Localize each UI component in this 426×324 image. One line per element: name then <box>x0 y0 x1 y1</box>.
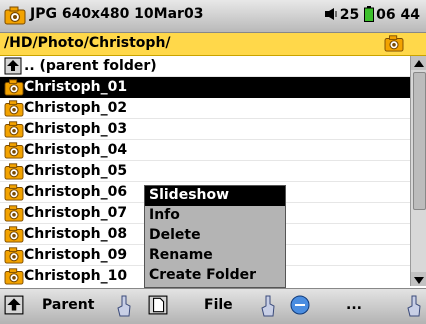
parent-button-label: Parent <box>42 297 95 313</box>
menu-item-slideshow[interactable]: Slideshow <box>145 186 285 206</box>
pointer-hand-icon <box>406 294 422 322</box>
menu-item-label: Slideshow <box>149 187 230 203</box>
list-item-label: Christoph_05 <box>24 163 128 179</box>
menu-button-label: ... <box>346 297 362 313</box>
list-item[interactable]: Christoph_05 <box>0 161 410 182</box>
parent-folder-icon <box>4 295 24 319</box>
list-item-label: Christoph_07 <box>24 205 128 221</box>
list-item-label: Christoph_02 <box>24 100 128 116</box>
menu-item-label: Delete <box>149 227 201 243</box>
path-bar: /HD/Photo/Christoph/ <box>0 33 426 56</box>
photo-folder-icon <box>4 267 24 289</box>
photo-folder-icon <box>4 246 24 268</box>
parent-folder-icon <box>4 57 22 79</box>
current-path: /HD/Photo/Christoph/ <box>4 35 171 51</box>
photo-folder-icon <box>4 5 26 29</box>
volume-level: 25 <box>339 7 360 23</box>
status-right: 25 06 44 <box>324 6 420 23</box>
menu-item-delete[interactable]: Delete <box>145 226 285 246</box>
list-item-label: Christoph_10 <box>24 268 128 284</box>
menu-button[interactable]: ... <box>290 295 424 317</box>
status-bar: JPG 640x480 10Mar03 25 06 44 <box>0 0 426 33</box>
list-item[interactable]: Christoph_01 <box>0 77 410 98</box>
scroll-thumb[interactable] <box>413 72 426 210</box>
pointer-hand-icon <box>116 294 132 322</box>
photo-folder-icon <box>4 78 24 100</box>
speaker-icon <box>324 8 337 20</box>
list-item-label: Christoph_01 <box>24 79 128 95</box>
menu-icon <box>290 295 310 319</box>
menu-item-label: Info <box>149 207 180 223</box>
list-item-label: Christoph_03 <box>24 121 128 137</box>
scroll-down-arrow-icon[interactable] <box>411 272 426 286</box>
file-button-label: File <box>204 297 233 313</box>
file-info: JPG 640x480 10Mar03 <box>30 6 204 22</box>
photo-folder-icon <box>4 141 24 163</box>
list-item-label: Christoph_09 <box>24 247 128 263</box>
screen: JPG 640x480 10Mar03 25 06 44 /HD/Photo/C… <box>0 0 426 324</box>
list-item[interactable]: Christoph_04 <box>0 140 410 161</box>
list-item[interactable]: Christoph_03 <box>0 119 410 140</box>
clock: 06 44 <box>376 7 420 23</box>
list-item[interactable]: Christoph_02 <box>0 98 410 119</box>
context-menu: Slideshow Info Delete Rename Create Fold… <box>144 185 286 288</box>
bottom-bar: Parent File ... <box>0 288 426 324</box>
photo-folder-icon <box>4 204 24 226</box>
photo-folder-icon <box>4 120 24 142</box>
menu-item-label: Create Folder <box>149 267 257 283</box>
photo-folder-icon <box>4 162 24 184</box>
list-item-label: Christoph_08 <box>24 226 128 242</box>
menu-item-create-folder[interactable]: Create Folder <box>145 266 285 286</box>
parent-button[interactable]: Parent <box>4 295 136 317</box>
list-item-label: Christoph_04 <box>24 142 128 158</box>
photo-folder-icon <box>384 34 404 56</box>
photo-folder-icon <box>4 225 24 247</box>
pointer-hand-icon <box>260 294 276 322</box>
file-icon <box>148 295 168 319</box>
menu-item-rename[interactable]: Rename <box>145 246 285 266</box>
scrollbar[interactable] <box>410 56 426 286</box>
menu-item-info[interactable]: Info <box>145 206 285 226</box>
file-button[interactable]: File <box>148 295 280 317</box>
list-item-label: Christoph_06 <box>24 184 128 200</box>
scroll-up-arrow-icon[interactable] <box>411 56 426 70</box>
photo-folder-icon <box>4 99 24 121</box>
parent-folder-row[interactable]: .. (parent folder) <box>0 56 410 77</box>
list-item-label: .. (parent folder) <box>24 58 157 74</box>
photo-folder-icon <box>4 183 24 205</box>
menu-item-label: Rename <box>149 247 213 263</box>
battery-icon <box>364 6 375 22</box>
